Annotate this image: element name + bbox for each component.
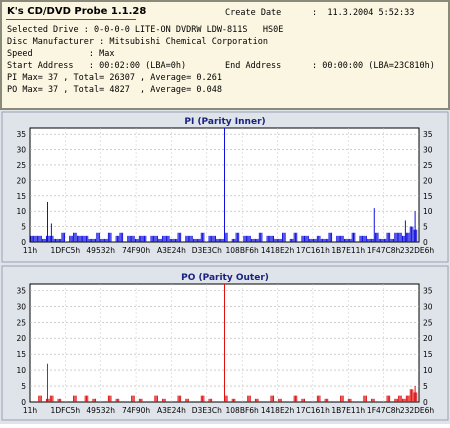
start-address: Start Address : 00:02:00 (LBA=0h) bbox=[7, 61, 187, 71]
x-tick-label-po: 1B7E11h bbox=[331, 406, 365, 415]
app-title: K's CD/DVD Probe 1.1.28 bbox=[7, 6, 147, 17]
y-tick-left-pi: 20 bbox=[16, 176, 26, 185]
y-tick-left-po: 35 bbox=[16, 286, 26, 295]
create-date-value: : 11.3.2004 5:52:33 bbox=[312, 8, 415, 18]
x-tick-label-po: D3E3Ch bbox=[192, 406, 222, 415]
y-tick-right-pi: 5 bbox=[423, 223, 428, 232]
y-tick-right-pi: 35 bbox=[423, 130, 433, 139]
x-tick-label-pi: 17C161h bbox=[296, 246, 330, 255]
x-tick-label-pi: 74F90h bbox=[122, 246, 150, 255]
selected-drive: Selected Drive : 0-0-0-0 LITE-ON DVDRW L… bbox=[7, 25, 284, 35]
y-tick-left-po: 15 bbox=[16, 350, 26, 359]
x-tick-label-po: 1DFC5h bbox=[51, 406, 81, 415]
charts-panel: PI (Parity Inner) 0 0 5 5 10 10 15 15 20 20 25 25 30 3… bbox=[0, 110, 450, 424]
x-tick-label-pi: 11h bbox=[23, 246, 38, 255]
speed: Speed : Max bbox=[7, 49, 115, 59]
y-tick-right-pi: 20 bbox=[423, 176, 433, 185]
x-tick-label-po: 1F47C8h bbox=[367, 406, 401, 415]
y-tick-right-pi: 30 bbox=[423, 146, 433, 155]
y-tick-right-po: 20 bbox=[423, 334, 433, 343]
y-tick-left-po: 5 bbox=[21, 382, 26, 391]
chart-title-po: PO (Parity Outer) bbox=[181, 273, 269, 283]
y-tick-left-pi: 25 bbox=[16, 161, 26, 170]
x-tick-label-po: 11h bbox=[23, 406, 38, 415]
y-tick-right-pi: 15 bbox=[423, 192, 433, 201]
x-tick-label-po: 17C161h bbox=[296, 406, 330, 415]
disc-manufacturer: Disc Manufacturer : Mitsubishi Chemical … bbox=[7, 37, 268, 47]
y-tick-left-pi: 35 bbox=[16, 130, 26, 139]
y-tick-left-pi: 5 bbox=[21, 223, 26, 232]
y-tick-right-po: 5 bbox=[423, 382, 428, 391]
y-tick-right-pi: 25 bbox=[423, 161, 433, 170]
x-tick-label-pi: 1B7E11h bbox=[331, 246, 365, 255]
x-tick-label-po: 108BF6h bbox=[226, 406, 260, 415]
y-tick-left-po: 10 bbox=[16, 366, 26, 375]
pi-stats: PI Max= 37 , Total= 26307 , Average= 0.2… bbox=[7, 73, 222, 83]
y-tick-right-po: 35 bbox=[423, 286, 433, 295]
y-tick-left-po: 25 bbox=[16, 318, 26, 327]
y-tick-right-po: 10 bbox=[423, 366, 433, 375]
x-tick-label-pi: 232DE6h bbox=[400, 246, 435, 255]
title-underline bbox=[6, 19, 136, 20]
x-tick-label-pi: 108BF6h bbox=[226, 246, 260, 255]
x-tick-label-po: 1418E2h bbox=[261, 406, 295, 415]
info-panel: K's CD/DVD Probe 1.1.28 Create Date : 11… bbox=[0, 0, 450, 110]
y-tick-right-po: 15 bbox=[423, 350, 433, 359]
y-tick-right-pi: 10 bbox=[423, 207, 433, 216]
y-tick-left-pi: 30 bbox=[16, 146, 26, 155]
end-address: End Address : 00:00:00 (LBA=23C810h) bbox=[225, 61, 435, 71]
y-tick-left-po: 30 bbox=[16, 302, 26, 311]
po-stats: PO Max= 37 , Total= 4827 , Average= 0.04… bbox=[7, 85, 222, 95]
x-tick-label-pi: 49532h bbox=[86, 246, 115, 255]
x-tick-label-po: A3E24h bbox=[157, 406, 186, 415]
charts-svg: PI (Parity Inner)0 05 510 1015 1520 2025 2530 3… bbox=[1, 111, 449, 421]
y-tick-right-po: 25 bbox=[423, 318, 433, 327]
x-tick-label-pi: D3E3Ch bbox=[192, 246, 222, 255]
x-tick-label-po: 74F90h bbox=[122, 406, 150, 415]
x-tick-label-pi: 1DFC5h bbox=[51, 246, 81, 255]
y-tick-left-pi: 15 bbox=[16, 192, 26, 201]
x-tick-label-pi: A3E24h bbox=[157, 246, 186, 255]
y-tick-left-pi: 10 bbox=[16, 207, 26, 216]
x-tick-label-pi: 1F47C8h bbox=[367, 246, 401, 255]
x-tick-label-po: 232DE6h bbox=[400, 406, 435, 415]
create-date-label: Create Date bbox=[225, 8, 282, 18]
y-tick-right-po: 30 bbox=[423, 302, 433, 311]
x-tick-label-pi: 1418E2h bbox=[261, 246, 295, 255]
chart-title-pi: PI (Parity Inner) bbox=[184, 117, 265, 127]
x-tick-label-po: 49532h bbox=[86, 406, 115, 415]
y-tick-left-po: 20 bbox=[16, 334, 26, 343]
